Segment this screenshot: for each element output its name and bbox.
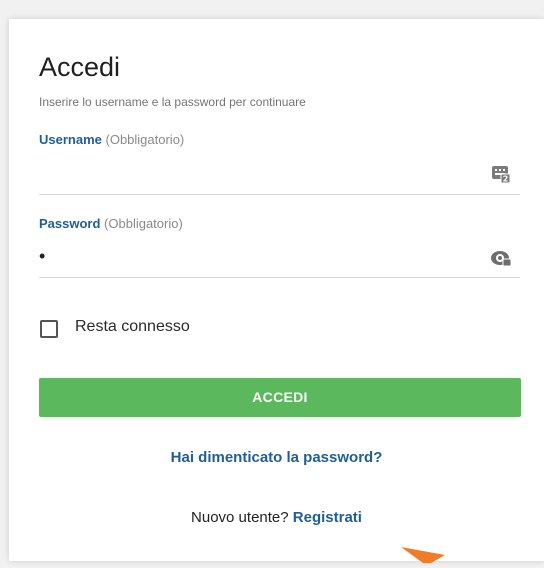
password-label-text: Password [39, 216, 101, 231]
forgot-password-link[interactable]: Hai dimenticato la password? [9, 449, 544, 466]
username-required-text: (Obbligatorio) [105, 132, 185, 147]
eye-icon[interactable] [490, 247, 512, 267]
login-card: Accedi Inserire lo username e la passwor… [9, 19, 544, 563]
remember-label[interactable]: Resta connesso [75, 318, 190, 336]
page-title: Accedi [39, 52, 121, 82]
password-required-text: (Obbligatorio) [104, 216, 183, 231]
arrow-cursor-icon [401, 547, 453, 568]
remember-checkbox[interactable] [40, 320, 58, 338]
register-prompt: Nuovo utente? [191, 509, 289, 526]
password-label: Password (Obbligatorio) [39, 216, 183, 231]
login-subtitle: Inserire lo username e la password per c… [39, 95, 306, 109]
password-input[interactable]: • [39, 245, 479, 267]
username-underline [39, 194, 520, 195]
username-input[interactable] [39, 164, 479, 186]
username-label-text: Username [39, 132, 102, 147]
password-underline [39, 277, 520, 278]
username-label: Username (Obbligatorio) [39, 132, 184, 147]
login-button[interactable]: ACCEDI [39, 378, 521, 417]
keyboard-icon[interactable]: 2 [490, 164, 512, 184]
register-link[interactable]: Registrati [293, 509, 362, 526]
svg-text:2: 2 [503, 175, 509, 184]
register-row: Nuovo utente? Registrati [9, 509, 544, 526]
